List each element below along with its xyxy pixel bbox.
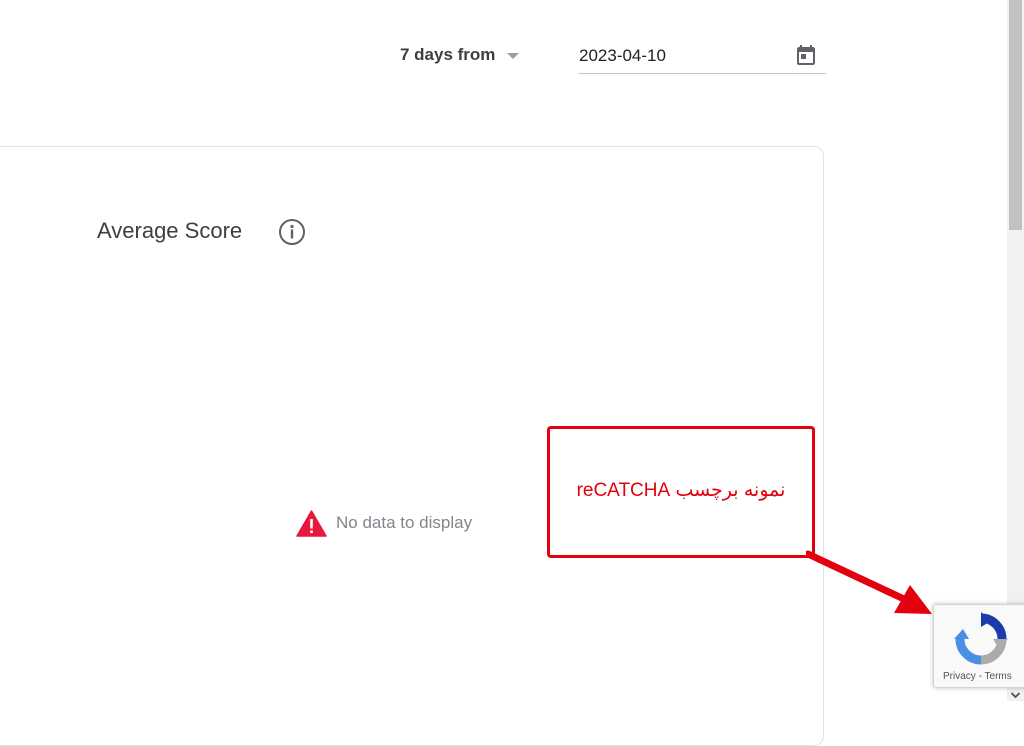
warning-icon: [296, 509, 327, 537]
recaptcha-links: Privacy - Terms: [943, 671, 1012, 682]
start-date-field[interactable]: 2023-04-10: [578, 40, 826, 74]
date-range-select[interactable]: 7 days from: [400, 42, 520, 68]
chevron-down-icon: [507, 53, 520, 59]
terms-link[interactable]: Terms: [985, 671, 1012, 682]
annotation-callout-text: نمونه برچسب reCATCHA: [576, 480, 786, 501]
recaptcha-badge[interactable]: Privacy - Terms: [933, 604, 1024, 688]
calendar-icon[interactable]: [794, 43, 818, 67]
privacy-link[interactable]: Privacy: [943, 671, 976, 682]
info-icon[interactable]: [278, 218, 306, 246]
date-range-label: 7 days from: [400, 45, 496, 64]
scrollbar-thumb[interactable]: [1009, 0, 1022, 230]
annotation-arrow-icon: [806, 550, 932, 614]
recaptcha-logo-icon: [954, 612, 1008, 665]
vertical-scrollbar[interactable]: [1007, 0, 1024, 701]
card-title: Average Score: [97, 218, 243, 243]
scroll-down-arrow-icon[interactable]: [1010, 691, 1021, 699]
empty-state: No data to display: [296, 509, 472, 537]
start-date-value: 2023-04-10: [579, 46, 666, 65]
empty-state-message: No data to display: [336, 513, 473, 532]
links-separator: -: [975, 671, 985, 682]
annotation-callout-box: نمونه برچسب reCATCHA: [547, 426, 815, 558]
